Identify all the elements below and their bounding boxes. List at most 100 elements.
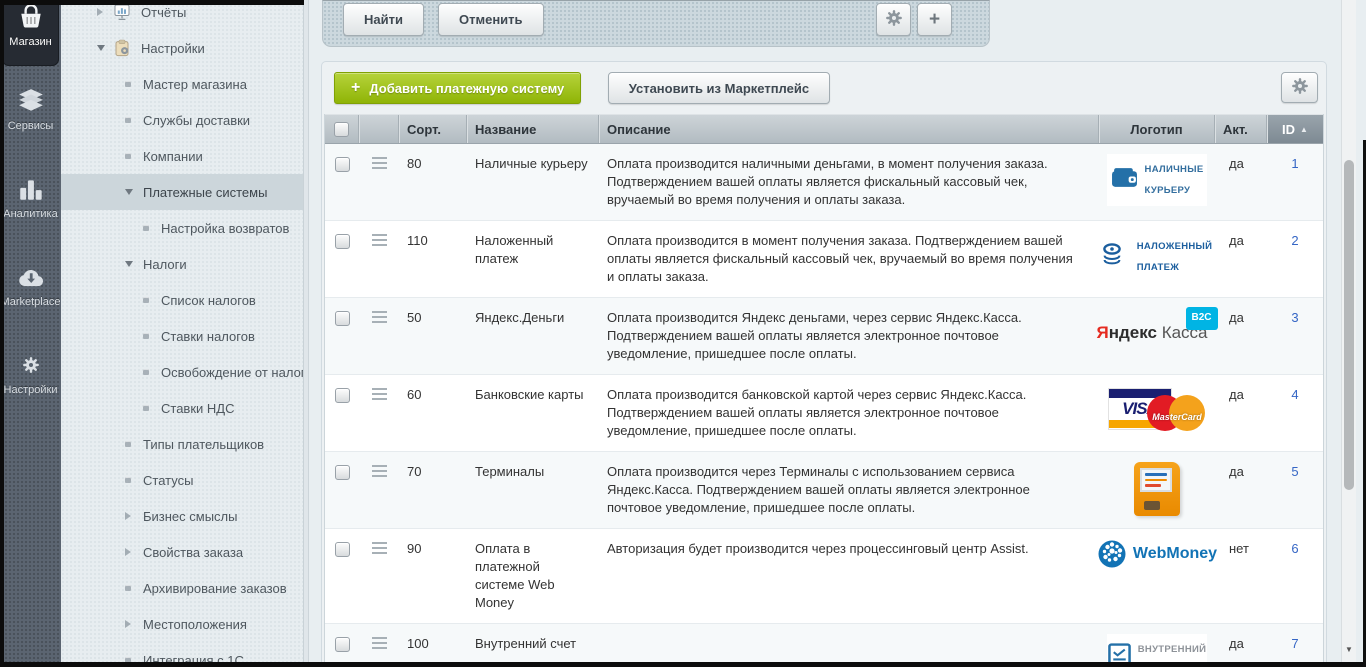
sidebar-item[interactable]: Свойства заказа — [61, 534, 303, 570]
add-payment-system-button[interactable]: + Добавить платежную систему — [334, 72, 581, 104]
row-active-flag: да — [1215, 144, 1267, 220]
find-button[interactable]: Найти — [343, 3, 424, 36]
chevron-right-icon[interactable] — [125, 548, 131, 556]
row-checkbox[interactable] — [335, 388, 350, 403]
install-from-marketplace-button[interactable]: Установить из Маркетплейс — [608, 72, 830, 104]
row-name: Оплата в платежной системе Web Money — [467, 529, 599, 623]
header-logo[interactable]: Логотип — [1099, 115, 1215, 143]
row-id-link[interactable]: 7 — [1291, 636, 1298, 651]
row-sort: 80 — [399, 144, 467, 220]
sidebar-item[interactable]: Компании — [61, 138, 303, 174]
sidebar-item[interactable]: Мастер магазина — [61, 66, 303, 102]
sidebar-item[interactable]: Типы плательщиков — [61, 426, 303, 462]
add-payment-system-label: Добавить платежную систему — [369, 81, 564, 96]
row-sort: 50 — [399, 298, 467, 374]
rail-item-label: Магазин — [9, 36, 51, 48]
chevron-right-icon[interactable] — [125, 512, 131, 520]
row-id-link[interactable]: 2 — [1291, 233, 1298, 248]
rail-item-marketplace[interactable]: Marketplace — [2, 242, 59, 330]
sidebar-item-label: Настройка возвратов — [61, 221, 289, 236]
row-drag-cell — [359, 529, 399, 623]
chevron-down-icon[interactable] — [97, 45, 105, 51]
row-checkbox[interactable] — [335, 637, 350, 652]
sidebar-item[interactable]: Налоги — [61, 246, 303, 282]
rail-item-store[interactable]: Магазин — [2, 0, 59, 66]
drag-handle-icon[interactable] — [372, 234, 387, 246]
drag-handle-icon[interactable] — [372, 388, 387, 400]
chevron-right-icon[interactable] — [97, 8, 103, 16]
sidebar-menu: ОтчётыНастройкиМастер магазинаСлужбы дос… — [61, 0, 304, 667]
select-all-checkbox[interactable] — [334, 122, 349, 137]
row-drag-cell — [359, 375, 399, 451]
row-description: Оплата производится наличными деньгами, … — [599, 144, 1099, 220]
sidebar-item-label: Местоположения — [61, 617, 247, 632]
sidebar-item[interactable]: Платежные системы — [61, 174, 303, 210]
row-checkbox[interactable] — [335, 157, 350, 172]
row-checkbox[interactable] — [335, 311, 350, 326]
rail-item-settings[interactable]: Настройки — [2, 330, 59, 418]
header-sort[interactable]: Сорт. — [399, 115, 467, 143]
row-checkbox[interactable] — [335, 542, 350, 557]
header-name[interactable]: Название — [467, 115, 599, 143]
sidebar-item[interactable]: Настройки — [61, 30, 303, 66]
row-description: Оплата производится в момент получения з… — [599, 221, 1099, 297]
row-id-link[interactable]: 1 — [1291, 156, 1298, 171]
row-logo-cell — [1099, 452, 1215, 528]
row-sort: 70 — [399, 452, 467, 528]
filter-add-button[interactable]: + — [917, 3, 952, 36]
header-active[interactable]: Акт. — [1215, 115, 1267, 143]
header-description[interactable]: Описание — [599, 115, 1099, 143]
row-id-link[interactable]: 5 — [1291, 464, 1298, 479]
bullet-icon — [125, 441, 131, 447]
sidebar-item[interactable]: Ставки НДС — [61, 390, 303, 426]
drag-handle-icon[interactable] — [372, 157, 387, 169]
filter-settings-button[interactable] — [876, 3, 911, 36]
scrollbar-thumb[interactable] — [1344, 160, 1354, 490]
sidebar-item[interactable]: Настройка возвратов — [61, 210, 303, 246]
basket-icon — [16, 4, 46, 30]
row-checkbox[interactable] — [335, 234, 350, 249]
row-active-flag: да — [1215, 452, 1267, 528]
drag-handle-icon[interactable] — [372, 465, 387, 477]
chevron-right-icon[interactable] — [125, 620, 131, 628]
row-id-cell: 2 — [1267, 221, 1323, 297]
rail-item-services[interactable]: Сервисы — [2, 66, 59, 154]
row-checkbox[interactable] — [335, 465, 350, 480]
cancel-button[interactable]: Отменить — [438, 3, 544, 36]
row-id-link[interactable]: 4 — [1291, 387, 1298, 402]
main-area: Найти Отменить + + Добавить платежную си… — [309, 0, 1366, 667]
table-row: 50Яндекс.ДеньгиОплата производится Яндек… — [325, 297, 1323, 374]
row-id-link[interactable]: 3 — [1291, 310, 1298, 325]
rail-item-analytics[interactable]: Аналитика — [2, 154, 59, 242]
sidebar-item[interactable]: Архивирование заказов — [61, 570, 303, 606]
rail-item-label: Сервисы — [8, 120, 54, 132]
row-logo-cell: B2CЯндекс Касса — [1099, 298, 1215, 374]
bullet-icon — [125, 153, 131, 159]
bullet-icon — [125, 81, 131, 87]
cloud-download-icon — [16, 264, 46, 290]
sidebar-item[interactable]: Местоположения — [61, 606, 303, 642]
row-active-flag: да — [1215, 624, 1267, 667]
grid-settings-button[interactable] — [1281, 72, 1318, 103]
sidebar-item[interactable]: Статусы — [61, 462, 303, 498]
drag-handle-icon[interactable] — [372, 311, 387, 323]
row-id-link[interactable]: 6 — [1291, 541, 1298, 556]
sidebar-item[interactable]: Список налогов — [61, 282, 303, 318]
sidebar-item[interactable]: Бизнес смыслы — [61, 498, 303, 534]
chevron-down-icon[interactable] — [125, 189, 133, 195]
drag-handle-icon[interactable] — [372, 637, 387, 649]
layers-icon — [16, 88, 46, 114]
chevron-down-icon[interactable] — [125, 261, 133, 267]
sidebar-item-label: Службы доставки — [61, 113, 250, 128]
header-id[interactable]: ID ▲ — [1267, 115, 1323, 143]
scrollbar-down-arrow[interactable]: ▼ — [1342, 645, 1356, 654]
sidebar-resize-gutter[interactable] — [304, 0, 309, 667]
sidebar-item[interactable]: Службы доставки — [61, 102, 303, 138]
vertical-scrollbar[interactable]: ▼ — [1341, 0, 1356, 662]
sidebar-item[interactable]: Освобождение от налогов — [61, 354, 303, 390]
sidebar-item[interactable]: Ставки налогов — [61, 318, 303, 354]
plus-icon: + — [929, 10, 940, 29]
drag-handle-icon[interactable] — [372, 542, 387, 554]
row-sort: 100 — [399, 624, 467, 667]
bullet-icon — [125, 117, 131, 123]
